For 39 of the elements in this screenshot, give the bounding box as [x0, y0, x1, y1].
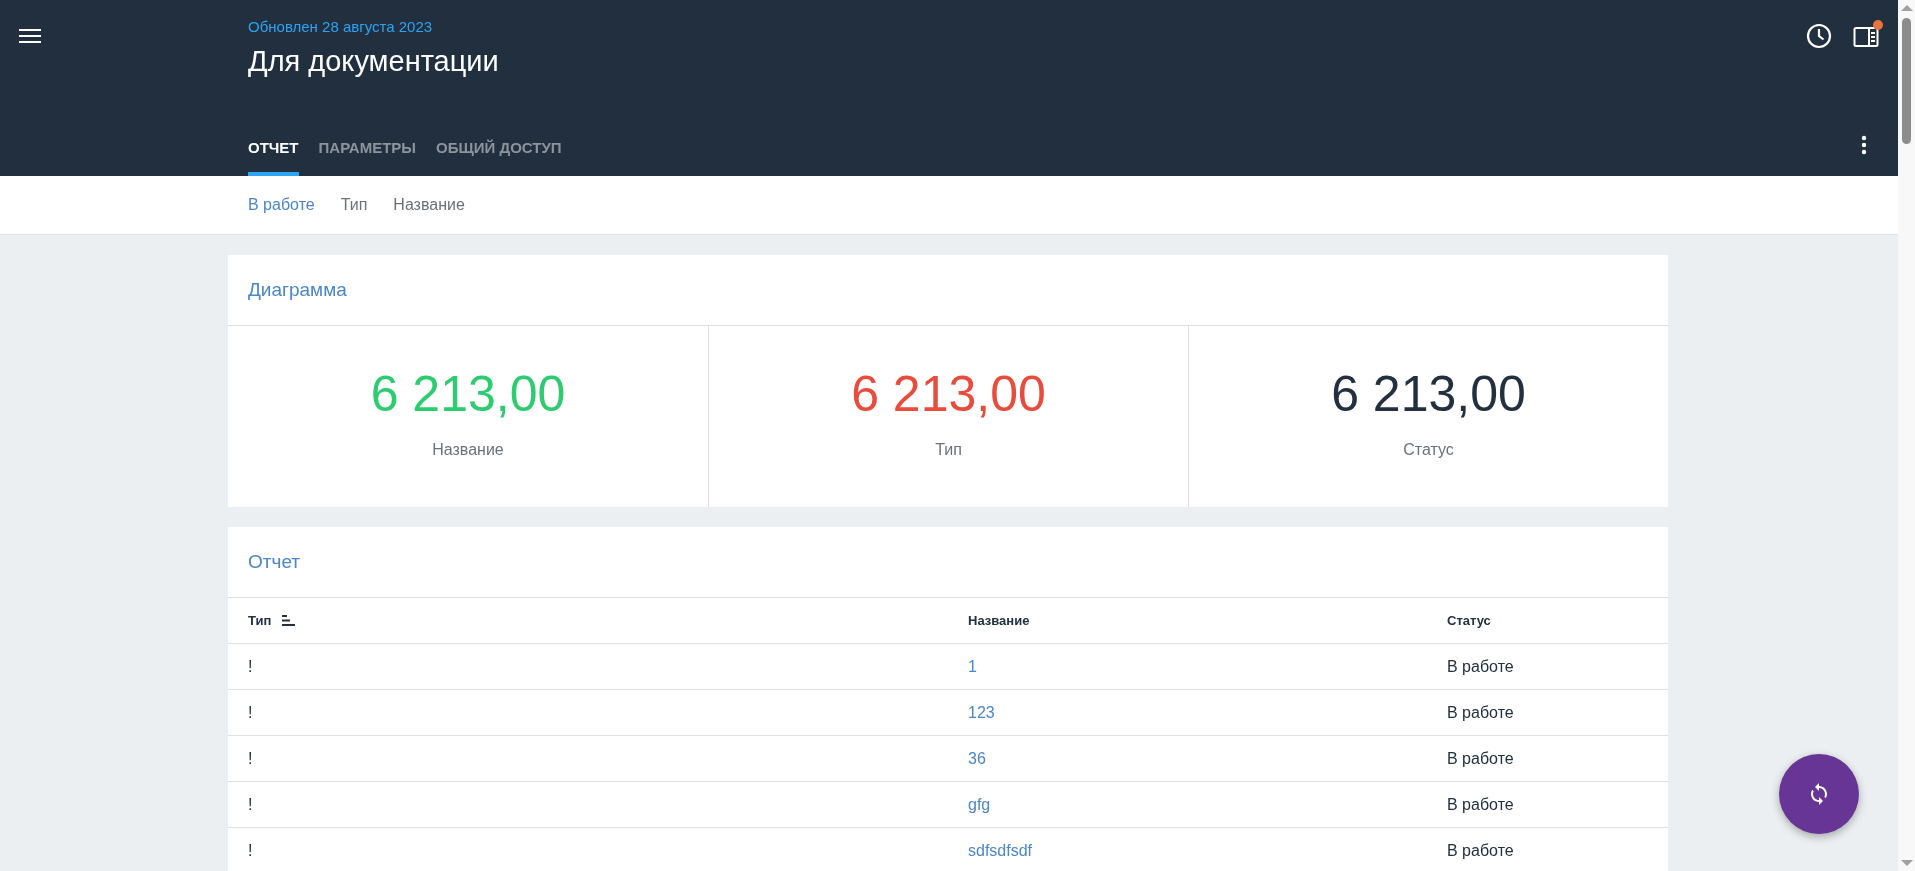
card-title: Диаграмма	[228, 255, 1668, 326]
table-cell: В работе	[1447, 795, 1514, 813]
card-title: Отчет	[228, 527, 1668, 598]
table-cell: В работе	[1447, 841, 1514, 859]
menu-icon[interactable]	[19, 28, 41, 44]
name-link[interactable]: sdfsdfsdf	[968, 841, 1033, 859]
refresh-button[interactable]	[1779, 754, 1859, 834]
sort-icon[interactable]	[282, 615, 296, 626]
stat-label: Статус	[1403, 440, 1454, 459]
table-cell: !	[248, 703, 253, 721]
column-header[interactable]: Название	[968, 613, 1030, 628]
column-header[interactable]: Статус	[1447, 613, 1491, 628]
name-link[interactable]: 36	[968, 749, 986, 767]
tab[interactable]: ПАРАМЕТРЫ	[318, 139, 417, 176]
filter-link[interactable]: Название	[393, 196, 465, 214]
name-link[interactable]: 1	[968, 657, 977, 675]
column-header[interactable]: Тип	[248, 613, 272, 628]
page-title: Для документации	[248, 45, 499, 78]
table-cell: В работе	[1447, 749, 1514, 767]
tab[interactable]: ОБЩИЙ ДОСТУП	[436, 139, 562, 176]
table-cell: !	[248, 795, 253, 813]
stat-value: 6 213,00	[851, 364, 1046, 423]
scrollbar[interactable]	[1898, 0, 1915, 871]
table-cell: В работе	[1447, 657, 1514, 675]
table-cell: !	[248, 841, 253, 859]
stat-label: Название	[432, 440, 504, 459]
name-link[interactable]: 123	[968, 703, 995, 721]
name-link[interactable]: gfg	[968, 795, 991, 813]
filter-link[interactable]: Тип	[340, 196, 368, 214]
table-cell: В работе	[1447, 703, 1514, 721]
more-options-icon[interactable]	[1861, 135, 1867, 155]
clock-icon[interactable]	[1806, 23, 1832, 49]
stat-value: 6 213,00	[1331, 364, 1526, 423]
table-cell: !	[248, 657, 253, 675]
table-cell: !	[248, 749, 253, 767]
filter-link[interactable]: В работе	[248, 196, 315, 214]
stat-value: 6 213,00	[370, 364, 566, 423]
updated-date: Обновлен 28 августа 2023	[248, 18, 434, 35]
stat-label: Тип	[935, 440, 962, 459]
